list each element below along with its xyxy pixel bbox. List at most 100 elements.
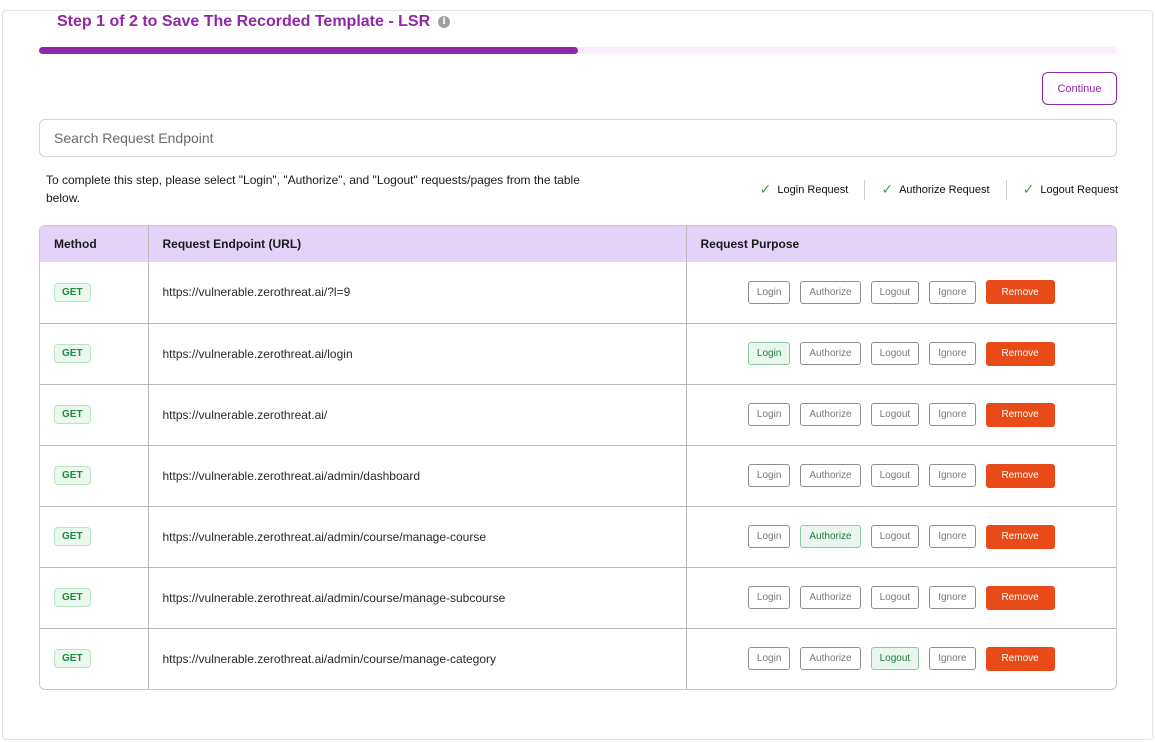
ignore-button[interactable]: Ignore: [929, 403, 976, 426]
purpose-cell: Login Authorize Logout Ignore Remove: [686, 506, 1116, 568]
ignore-button[interactable]: Ignore: [929, 280, 976, 304]
logout-button[interactable]: Logout: [870, 586, 920, 609]
authorize-button[interactable]: Authorize: [800, 525, 861, 548]
purpose-cell: Login Authorize Logout Ignore Remove: [686, 262, 1116, 324]
logout-button[interactable]: Logout: [870, 464, 920, 487]
logout-button[interactable]: Logout: [870, 647, 920, 671]
table-header-row: Method Request Endpoint (URL) Request Pu…: [40, 226, 1116, 262]
table-row: GET https://vulnerable.zerothreat.ai/admi…: [40, 567, 1116, 629]
method-cell: GET: [40, 384, 149, 446]
column-header-purpose: Request Purpose: [700, 237, 800, 251]
legend-label: Login Request: [777, 184, 849, 196]
authorize-button[interactable]: Authorize: [800, 342, 861, 365]
remove-button[interactable]: Remove: [985, 341, 1055, 366]
login-button[interactable]: Login: [747, 647, 791, 671]
authorize-button[interactable]: Authorize: [800, 280, 861, 304]
method-cell: GET: [40, 323, 149, 385]
legend-login: ✓ Login Request: [760, 180, 849, 200]
remove-button[interactable]: Remove: [985, 585, 1055, 610]
logout-button[interactable]: Logout: [870, 280, 920, 304]
purpose-legend: ✓ Login Request ✓ Authorize Request ✓ Lo…: [760, 180, 1118, 200]
table-row: GET https://vulnerable.zerothreat.ai/admi…: [40, 445, 1116, 507]
authorize-button[interactable]: Authorize: [800, 586, 861, 609]
check-icon: ✓: [759, 182, 772, 198]
page-title: Step 1 of 2 to Save The Recorded Templat…: [57, 13, 431, 30]
method-badge: GET: [54, 405, 91, 424]
requests-table: Method Request Endpoint (URL) Request Pu…: [39, 225, 1117, 690]
method-cell: GET: [40, 262, 149, 324]
remove-button[interactable]: Remove: [985, 463, 1055, 488]
purpose-cell: Login Authorize Logout Ignore Remove: [686, 628, 1116, 689]
table-row: GET https://vulnerable.zerothreat.ai/logi…: [40, 323, 1116, 385]
table-row: GET https://vulnerable.zerothreat.ai/?l=9…: [40, 262, 1116, 324]
method-badge: GET: [54, 588, 91, 607]
method-cell: GET: [40, 445, 149, 507]
method-badge: GET: [54, 649, 91, 669]
purpose-cell: Login Authorize Logout Ignore Remove: [686, 445, 1116, 507]
divider: [1005, 180, 1007, 200]
purpose-buttons: Login Authorize Logout Ignore Remove: [701, 646, 1103, 671]
method-cell: GET: [40, 506, 149, 568]
purpose-cell: Login Authorize Logout Ignore Remove: [686, 384, 1116, 446]
ignore-button[interactable]: Ignore: [929, 342, 976, 365]
url-cell: https://vulnerable.zerothreat.ai/: [148, 384, 687, 446]
authorize-button[interactable]: Authorize: [800, 464, 861, 487]
purpose-buttons: Login Authorize Logout Ignore Remove: [701, 463, 1103, 488]
login-button[interactable]: Login: [747, 342, 791, 365]
method-badge: GET: [54, 344, 91, 363]
purpose-buttons: Login Authorize Logout Ignore Remove: [701, 402, 1103, 427]
method-cell: GET: [40, 567, 149, 629]
url-cell: https://vulnerable.zerothreat.ai/admin/c…: [148, 506, 687, 568]
login-button[interactable]: Login: [747, 586, 791, 609]
column-header-method: Method: [40, 226, 149, 262]
column-header-url: Request Endpoint (URL): [148, 226, 687, 262]
method-cell: GET: [40, 628, 149, 689]
purpose-buttons: Login Authorize Logout Ignore Remove: [701, 585, 1103, 610]
legend-authorize: ✓ Authorize Request: [881, 180, 989, 200]
url-cell: https://vulnerable.zerothreat.ai/?l=9: [148, 262, 687, 324]
logout-button[interactable]: Logout: [870, 525, 920, 548]
legend-logout: ✓ Logout Request: [1023, 180, 1118, 200]
remove-button[interactable]: Remove: [985, 646, 1055, 671]
progress-bar: [39, 47, 1117, 54]
url-cell: https://vulnerable.zerothreat.ai/admin/d…: [148, 445, 687, 507]
purpose-cell: Login Authorize Logout Ignore Remove: [686, 567, 1116, 629]
login-button[interactable]: Login: [747, 403, 791, 426]
divider: [864, 180, 866, 200]
method-badge: GET: [54, 527, 91, 546]
check-icon: ✓: [881, 182, 894, 198]
ignore-button[interactable]: Ignore: [929, 586, 976, 609]
login-button[interactable]: Login: [747, 464, 791, 487]
ignore-button[interactable]: Ignore: [929, 647, 976, 671]
purpose-buttons: Login Authorize Logout Ignore Remove: [701, 524, 1103, 549]
panel-title: Step 1 of 2 to Save The Recorded Templat…: [45, 11, 463, 33]
logout-button[interactable]: Logout: [870, 342, 920, 365]
purpose-buttons: Login Authorize Logout Ignore Remove: [701, 341, 1103, 366]
remove-button[interactable]: Remove: [985, 524, 1055, 549]
info-icon[interactable]: i: [438, 16, 451, 28]
continue-button[interactable]: Continue: [1042, 72, 1117, 105]
url-cell: https://vulnerable.zerothreat.ai/admin/c…: [148, 567, 687, 629]
url-cell: https://vulnerable.zerothreat.ai/login: [148, 323, 687, 385]
url-cell: https://vulnerable.zerothreat.ai/admin/c…: [148, 628, 687, 689]
check-icon: ✓: [1022, 182, 1035, 198]
method-badge: GET: [54, 466, 91, 485]
remove-button[interactable]: Remove: [985, 402, 1055, 427]
purpose-cell: Login Authorize Logout Ignore Remove: [686, 323, 1116, 385]
authorize-button[interactable]: Authorize: [800, 403, 861, 426]
table-row: GET https://vulnerable.zerothreat.ai/Logi…: [40, 384, 1116, 446]
ignore-button[interactable]: Ignore: [929, 525, 976, 548]
login-button[interactable]: Login: [747, 525, 791, 548]
legend-label: Authorize Request: [899, 184, 990, 196]
logout-button[interactable]: Logout: [870, 403, 920, 426]
login-button[interactable]: Login: [747, 280, 791, 304]
search-input[interactable]: [39, 119, 1117, 157]
method-badge: GET: [54, 282, 91, 302]
ignore-button[interactable]: Ignore: [929, 464, 976, 487]
table-row: GET https://vulnerable.zerothreat.ai/admi…: [40, 628, 1116, 689]
instructions-text: To complete this step, please select "Lo…: [46, 173, 580, 205]
purpose-buttons: Login Authorize Logout Ignore Remove: [701, 280, 1103, 305]
remove-button[interactable]: Remove: [985, 280, 1055, 305]
table-row: GET https://vulnerable.zerothreat.ai/admi…: [40, 506, 1116, 568]
authorize-button[interactable]: Authorize: [800, 647, 861, 671]
